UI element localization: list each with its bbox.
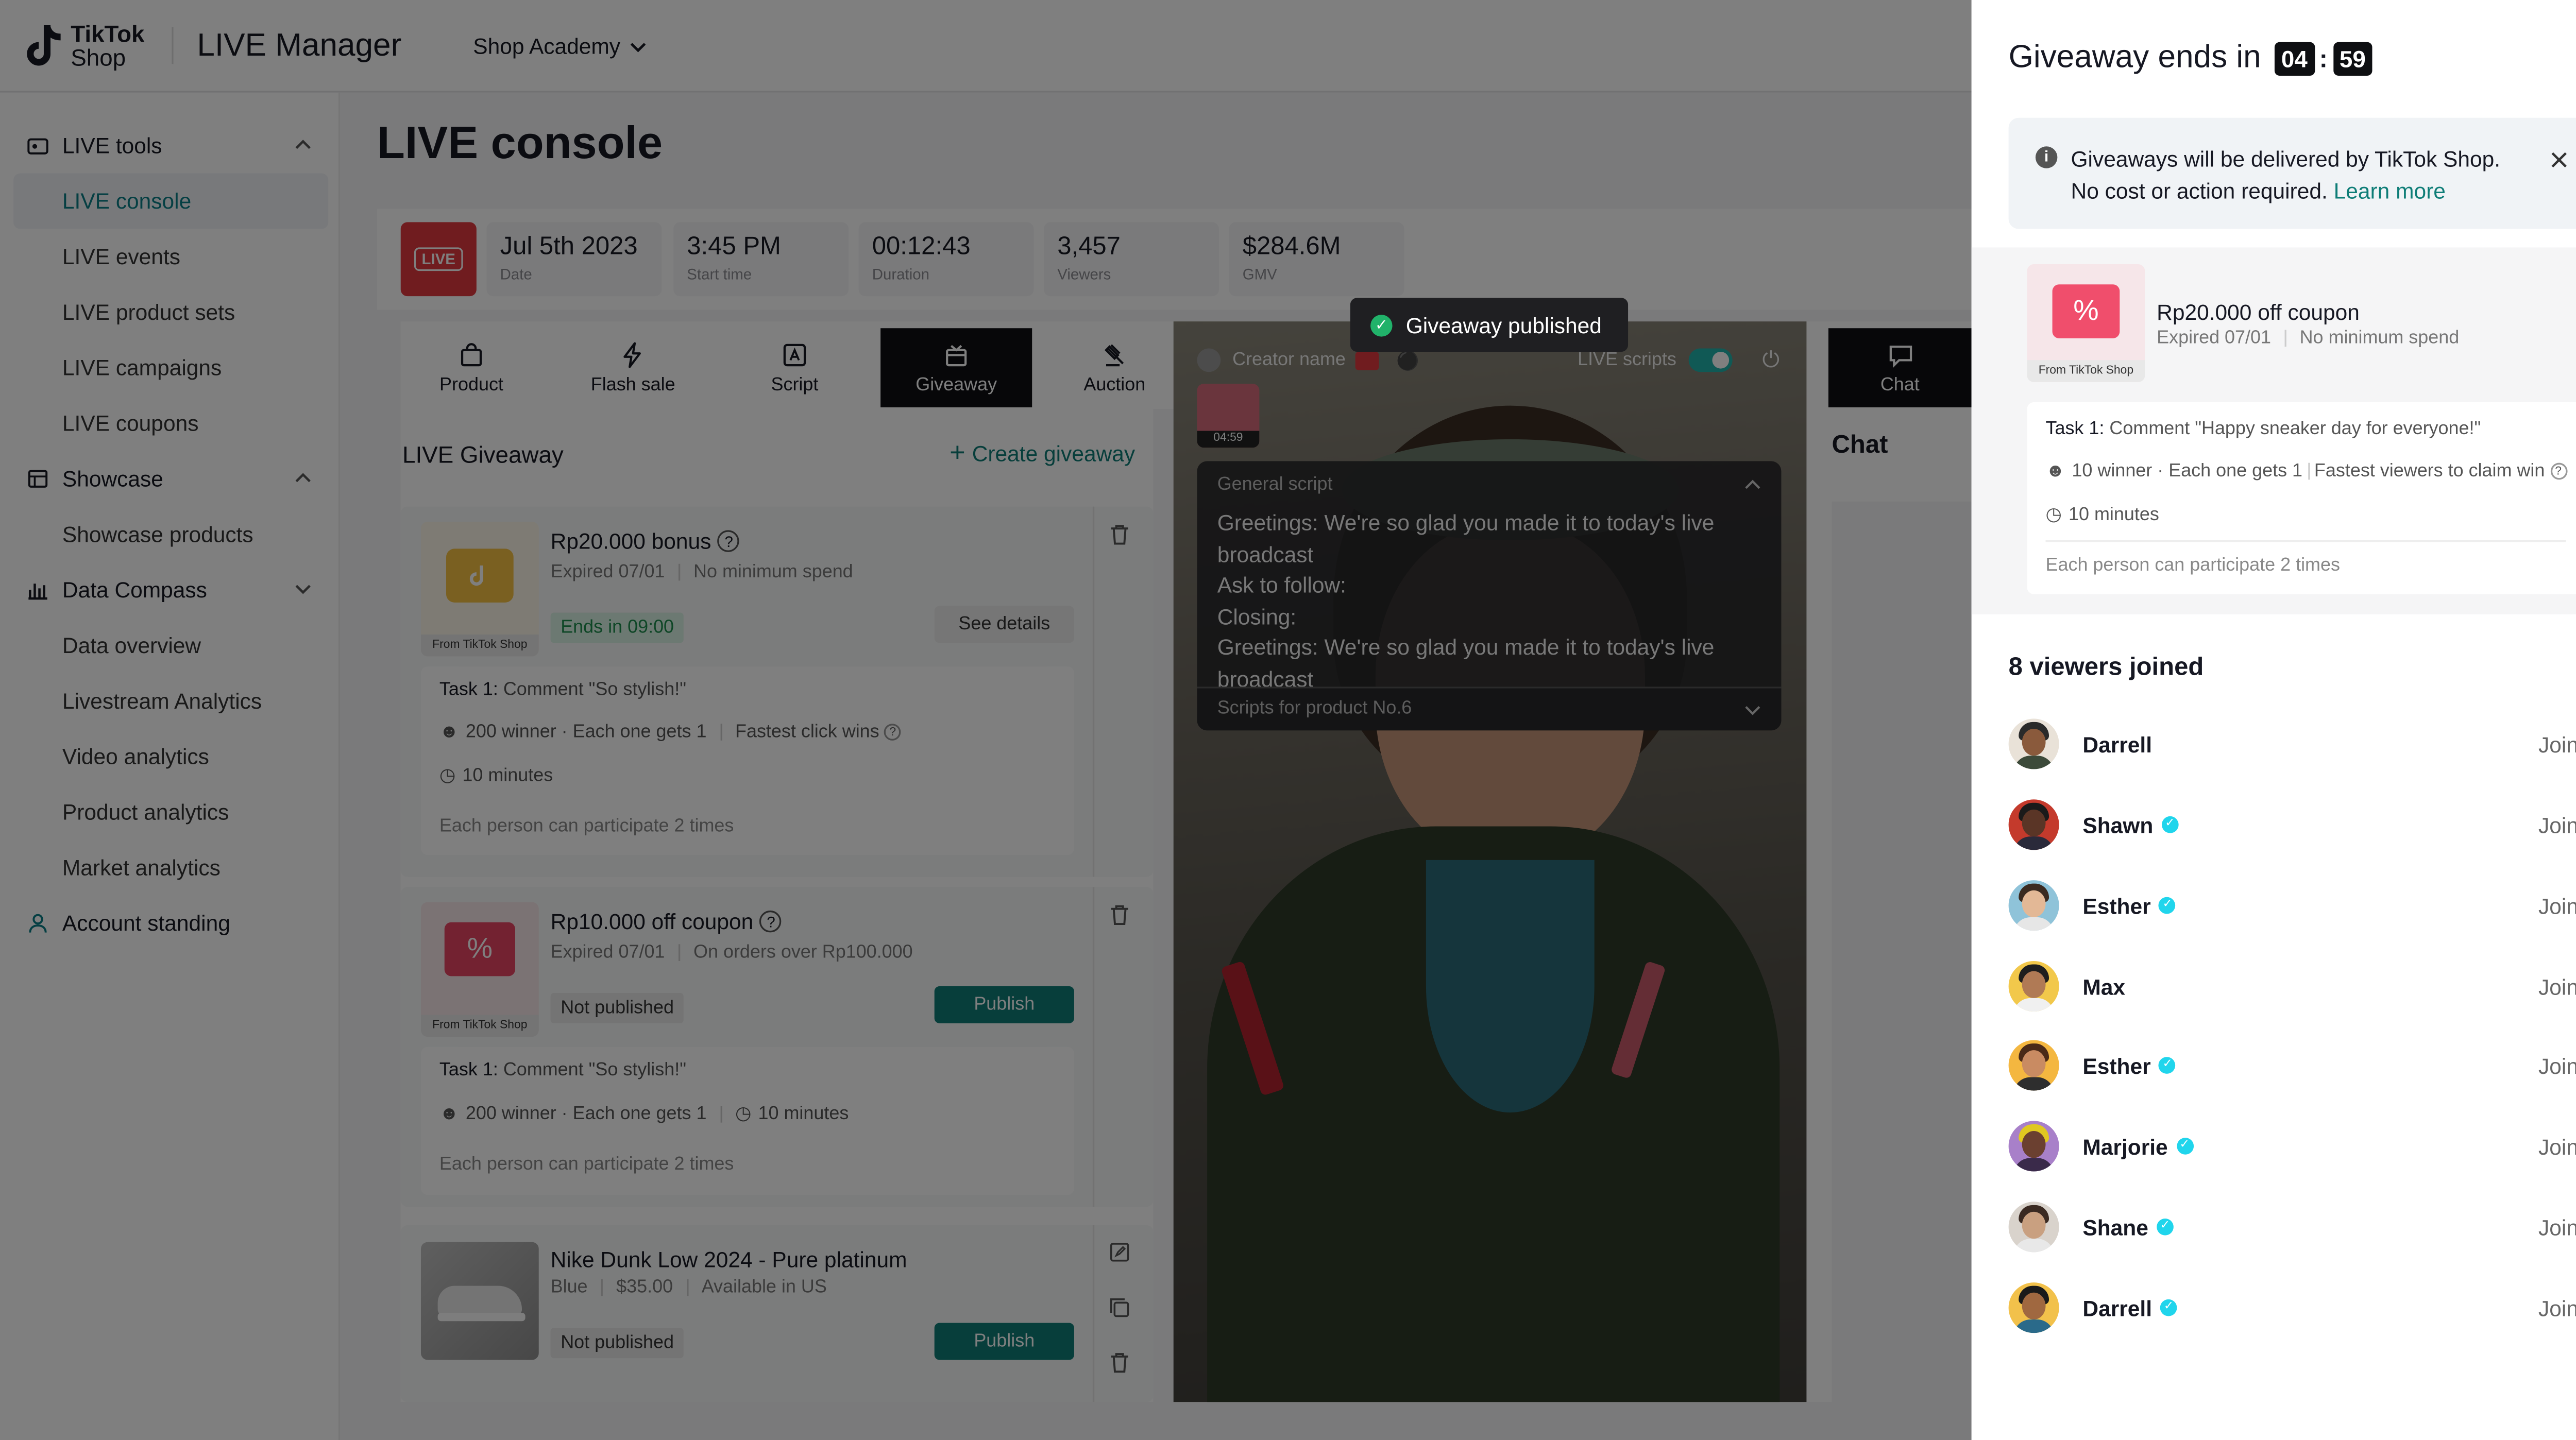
- help-icon: ?: [2550, 462, 2567, 480]
- viewer-name: Esther: [2082, 1053, 2151, 1078]
- viewer-status: Joined: [2538, 1133, 2576, 1159]
- avatar: [2008, 880, 2059, 931]
- learn-more-link[interactable]: Learn more: [2334, 178, 2446, 203]
- drawer-task: Task 1: Comment "Happy sneaker day for e…: [2027, 402, 2576, 594]
- avatar: [2008, 1202, 2059, 1253]
- viewer-status: Joined: [2538, 1214, 2576, 1240]
- people-icon: ☻: [2045, 461, 2065, 482]
- percent-icon: %: [2052, 284, 2120, 338]
- avatar: [2008, 718, 2059, 769]
- avatar: [2008, 799, 2059, 850]
- viewer-row: Darrell Joined: [2008, 715, 2576, 773]
- toast-text: Giveaway published: [1405, 312, 1602, 338]
- delivery-notice: i Giveaways will be delivered by TikTok …: [2008, 117, 2576, 229]
- verified-icon: ✓: [2161, 816, 2179, 833]
- modal-backdrop[interactable]: [0, 0, 1972, 1440]
- viewer-row: Esther ✓ Joined: [2008, 1037, 2576, 1094]
- avatar: [2008, 1121, 2059, 1172]
- viewers-joined-title: 8 viewers joined: [2008, 653, 2204, 682]
- viewer-name: Esther: [2082, 893, 2151, 918]
- success-check-icon: ✓: [1370, 314, 1393, 336]
- clock-icon: ◷: [2045, 505, 2062, 525]
- coupon-thumbnail: % From TikTok Shop: [2027, 264, 2145, 382]
- coupon-meta: Expired 07/01 No minimum spend: [2157, 328, 2460, 349]
- viewer-status: Joined: [2538, 893, 2576, 918]
- from-tiktok-shop-label: From TikTok Shop: [2027, 360, 2145, 382]
- viewer-status: Joined: [2538, 731, 2576, 757]
- viewer-status: Joined: [2538, 1053, 2576, 1078]
- giveaway-published-toast: ✓ Giveaway published: [1350, 298, 1629, 352]
- viewer-name: Marjorie: [2082, 1133, 2168, 1159]
- verified-icon: ✓: [2176, 1138, 2193, 1155]
- viewer-row: Max Joined: [2008, 957, 2576, 1015]
- verified-icon: ✓: [2160, 1299, 2178, 1316]
- viewer-row: Shane ✓ Joined: [2008, 1198, 2576, 1256]
- verified-icon: ✓: [2159, 897, 2176, 914]
- info-icon: i: [2035, 146, 2058, 168]
- viewer-row: Esther ✓ Joined: [2008, 877, 2576, 934]
- countdown-seconds: 59: [2332, 42, 2372, 76]
- viewer-name: Shawn: [2082, 812, 2154, 837]
- app-window: TikTokShop LIVE Manager Shop Academy LIV…: [0, 0, 2576, 1440]
- giveaway-detail: % From TikTok Shop Rp20.000 off coupon E…: [1971, 247, 2576, 614]
- avatar: [2008, 1040, 2059, 1091]
- avatar: [2008, 1282, 2059, 1333]
- close-icon[interactable]: [2551, 151, 2568, 168]
- viewer-name: Shane: [2082, 1214, 2148, 1240]
- verified-icon: ✓: [2157, 1218, 2174, 1236]
- viewer-name: Darrell: [2082, 1295, 2153, 1321]
- notice-text: Giveaways will be delivered by TikTok Sh…: [2071, 146, 2501, 204]
- viewer-status: Joined: [2538, 1295, 2576, 1321]
- countdown-minutes: 04: [2274, 42, 2314, 76]
- avatar: [2008, 961, 2059, 1012]
- viewer-status: Joined: [2538, 812, 2576, 837]
- viewer-row: Darrell ✓ Joined: [2008, 1279, 2576, 1336]
- verified-icon: ✓: [2159, 1057, 2176, 1074]
- viewer-row: Shawn ✓ Joined: [2008, 796, 2576, 853]
- drawer-title: Giveaway ends in 04 : 59: [2009, 40, 2372, 77]
- close-icon[interactable]: [2574, 49, 2576, 69]
- viewer-name: Max: [2082, 973, 2126, 999]
- viewer-row: Marjorie ✓ Joined: [2008, 1118, 2576, 1175]
- viewer-name: Darrell: [2082, 731, 2153, 757]
- countdown-separator: :: [2319, 44, 2328, 74]
- coupon-name: Rp20.000 off coupon: [2157, 299, 2360, 325]
- viewer-status: Joined: [2538, 973, 2576, 999]
